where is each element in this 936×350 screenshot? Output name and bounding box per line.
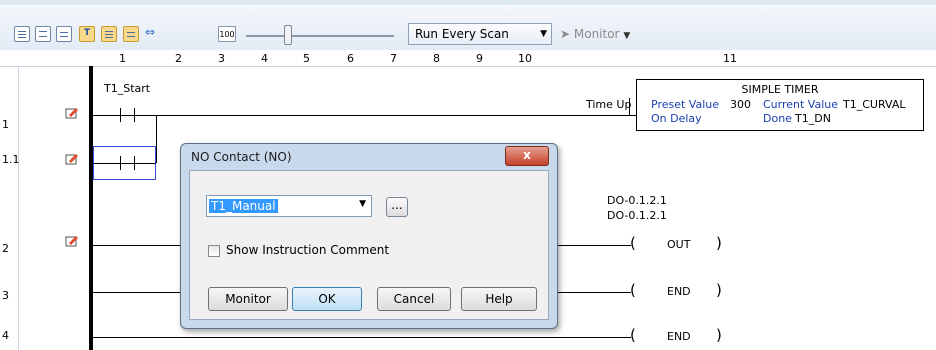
column-ruler: 1 2 3 4 5 6 7 8 9 10 11 bbox=[0, 50, 936, 67]
close-icon[interactable]: x bbox=[505, 146, 549, 166]
preset-value: 300 bbox=[730, 98, 751, 111]
zoom-slider-thumb[interactable] bbox=[284, 25, 292, 45]
chevron-down-icon: ▼ bbox=[540, 29, 547, 39]
contact-left bbox=[120, 108, 121, 122]
power-rail bbox=[89, 66, 93, 350]
zoom-level[interactable]: 100 bbox=[218, 26, 236, 42]
branch-vertical-wire bbox=[156, 115, 157, 163]
rung-number: 2 bbox=[2, 242, 9, 255]
column-label: 4 bbox=[261, 52, 268, 65]
coil-end[interactable]: END bbox=[667, 285, 691, 298]
simple-timer-block[interactable]: SIMPLE TIMER Preset Value 300 Current Va… bbox=[636, 79, 924, 131]
timer-title: SIMPLE TIMER bbox=[741, 83, 819, 96]
contact-right bbox=[134, 156, 135, 170]
monitor-button[interactable]: Monitor bbox=[208, 287, 288, 311]
no-contact-dialog: NO Contact (NO) x T1_Manual ▼ ... Show I… bbox=[180, 143, 558, 329]
dialog-title: NO Contact (NO) bbox=[191, 150, 292, 164]
rung-number: 1 bbox=[2, 118, 9, 131]
table-mode-icon[interactable] bbox=[101, 26, 117, 42]
tag-select-value: T1_Manual bbox=[209, 199, 278, 213]
rung-number: 1.1 bbox=[2, 153, 20, 166]
output-address: DO-0.1.2.1 bbox=[607, 194, 667, 207]
edit-rung-icon[interactable] bbox=[65, 235, 79, 247]
output-address: DO-0.1.2.1 bbox=[607, 209, 667, 222]
execution-select[interactable]: Run Every Scan ▼ bbox=[408, 23, 552, 45]
coil-paren-close: ) bbox=[716, 326, 722, 344]
contact-right bbox=[134, 108, 135, 122]
column-label: 2 bbox=[175, 52, 182, 65]
text-mode-icon[interactable]: T bbox=[79, 26, 95, 42]
edit-rung-icon[interactable] bbox=[65, 153, 79, 165]
edit-rung-icon[interactable] bbox=[65, 107, 79, 119]
done-label: Done bbox=[763, 112, 792, 125]
column-label: 5 bbox=[303, 52, 310, 65]
rung-gutter bbox=[0, 66, 19, 350]
branch-wire bbox=[93, 163, 156, 164]
ondelay-label: On Delay bbox=[651, 112, 702, 125]
list-view-icon[interactable] bbox=[14, 26, 30, 42]
column-label: 8 bbox=[433, 52, 440, 65]
tick-wire bbox=[629, 98, 630, 115]
rung-4-wire bbox=[93, 337, 631, 338]
monitor-label: Monitor bbox=[573, 27, 620, 41]
coil-paren-close: ) bbox=[716, 281, 722, 299]
time-up-label: Time Up bbox=[586, 98, 632, 111]
chevron-down-icon: ▼ bbox=[623, 31, 631, 41]
chevron-down-icon: ▼ bbox=[359, 199, 366, 209]
browse-button[interactable]: ... bbox=[386, 197, 408, 217]
monitor-icon: ➤ bbox=[560, 27, 574, 41]
column-label: 6 bbox=[347, 52, 354, 65]
help-button[interactable]: Help bbox=[461, 287, 537, 311]
contact-tag-t1-start[interactable]: T1_Start bbox=[104, 82, 150, 95]
column-label: 10 bbox=[518, 52, 532, 65]
column-label: 3 bbox=[218, 52, 225, 65]
tag-select[interactable]: T1_Manual ▼ bbox=[206, 195, 372, 217]
rung-number: 3 bbox=[2, 289, 9, 302]
rung-mode-icon[interactable] bbox=[123, 26, 139, 42]
execution-select-value: Run Every Scan bbox=[415, 27, 509, 41]
cancel-button[interactable]: Cancel bbox=[377, 287, 451, 311]
dialog-body: T1_Manual ▼ ... Show Instruction Comment… bbox=[189, 170, 549, 320]
coil-out[interactable]: OUT bbox=[667, 238, 690, 251]
column-label: 9 bbox=[476, 52, 483, 65]
ok-button[interactable]: OK bbox=[292, 287, 362, 311]
show-comment-label: Show Instruction Comment bbox=[226, 243, 390, 257]
column-label: 7 bbox=[390, 52, 397, 65]
done-value: T1_DN bbox=[795, 112, 831, 125]
column-label: 1 bbox=[119, 52, 126, 65]
rung-number: 4 bbox=[2, 329, 9, 342]
current-label: Current Value bbox=[763, 98, 839, 111]
coil-paren-close: ) bbox=[716, 234, 722, 252]
coil-paren-open: ( bbox=[630, 326, 636, 344]
toolbar: T ⇔ 100 Run Every Scan ▼ ➤ Monitor ▼ bbox=[0, 5, 936, 51]
monitor-button[interactable]: ➤ Monitor ▼ bbox=[560, 27, 630, 41]
preset-label: Preset Value bbox=[651, 98, 720, 111]
ladder-view-icon[interactable] bbox=[35, 26, 51, 42]
arrows-icon[interactable]: ⇔ bbox=[145, 25, 155, 39]
current-value: T1_CURVAL bbox=[843, 98, 906, 111]
show-comment-checkbox[interactable] bbox=[208, 245, 220, 257]
rung-1-wire bbox=[93, 115, 636, 116]
coil-end[interactable]: END bbox=[667, 330, 691, 343]
column-label: 11 bbox=[723, 52, 737, 65]
coil-paren-open: ( bbox=[630, 281, 636, 299]
contact-left bbox=[120, 156, 121, 170]
zoom-slider-track[interactable] bbox=[246, 35, 394, 37]
coil-paren-open: ( bbox=[630, 234, 636, 252]
grid-view-icon[interactable] bbox=[56, 26, 72, 42]
